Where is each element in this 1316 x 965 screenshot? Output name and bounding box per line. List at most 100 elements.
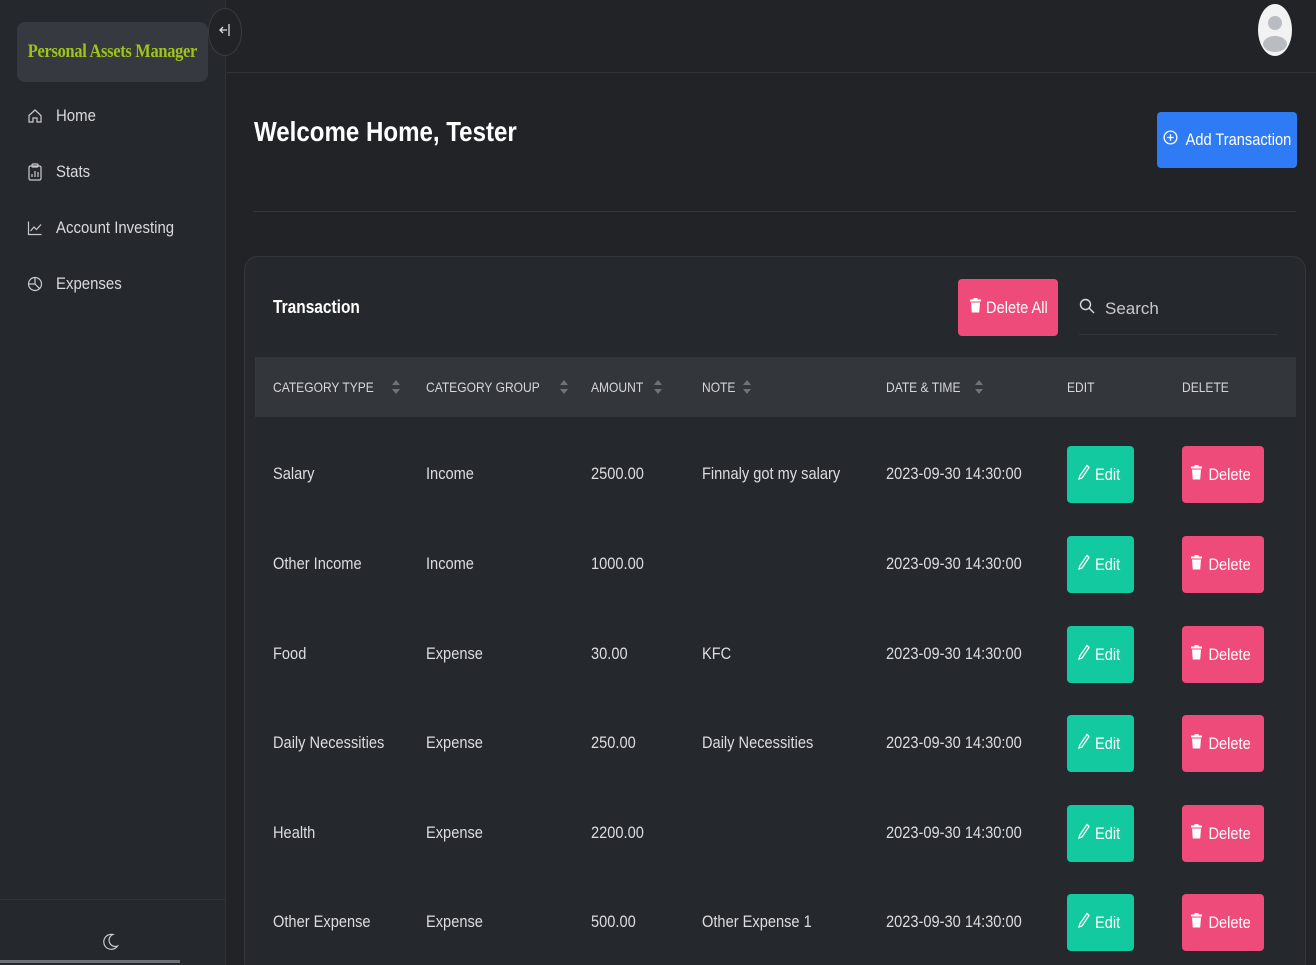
edit-button[interactable]: Edit <box>1067 805 1134 862</box>
sidebar-item-label: Stats <box>56 162 91 181</box>
page-title: Welcome Home, Tester <box>254 116 517 147</box>
pencil-icon <box>1078 823 1091 844</box>
sidebar: Personal Assets Manager Home Stats Accou… <box>0 0 226 965</box>
table-row: Health Expense 2200.00 2023-09-30 14:30:… <box>255 788 1296 878</box>
column-header-edit: EDIT <box>1067 379 1095 395</box>
table-row: Salary Income 2500.00 Finnaly got my sal… <box>255 429 1296 519</box>
home-icon <box>27 107 45 125</box>
collapse-sidebar-button[interactable] <box>208 8 242 56</box>
delete-all-label: Delete All <box>985 297 1048 317</box>
cell-note: Finnaly got my salary <box>702 464 841 483</box>
column-header-date-time[interactable]: DATE & TIME <box>886 357 983 417</box>
table-row: Other Expense Expense 500.00 Other Expen… <box>255 877 1296 965</box>
brand-logo[interactable]: Personal Assets Manager <box>17 22 208 82</box>
add-transaction-label: Add Transaction <box>1185 130 1291 149</box>
cell-date-time: 2023-09-30 14:30:00 <box>886 464 1022 483</box>
trash-icon <box>1191 644 1203 665</box>
top-bar <box>227 0 1316 73</box>
chart-line-icon <box>27 219 45 237</box>
table-header: CATEGORY TYPE CATEGORY GROUP AMOUNT NOTE… <box>255 357 1296 417</box>
edit-button[interactable]: Edit <box>1067 894 1134 951</box>
cell-category-group: Expense <box>426 644 483 663</box>
pencil-icon <box>1078 733 1091 754</box>
edit-button[interactable]: Edit <box>1067 626 1134 683</box>
sort-icon <box>392 380 401 394</box>
search-input[interactable] <box>1105 298 1265 319</box>
pie-chart-icon <box>27 275 45 293</box>
table-row: Daily Necessities Expense 250.00 Daily N… <box>255 698 1296 788</box>
delete-button[interactable]: Delete <box>1182 894 1264 951</box>
divider <box>254 211 1296 212</box>
trash-icon <box>1191 823 1203 844</box>
cell-category-type: Other Expense <box>273 912 371 931</box>
edit-button[interactable]: Edit <box>1067 715 1134 772</box>
cell-date-time: 2023-09-30 14:30:00 <box>886 912 1022 931</box>
brand-title: Personal Assets Manager <box>27 41 198 62</box>
delete-button[interactable]: Delete <box>1182 715 1264 772</box>
cell-note: Daily Necessities <box>702 733 814 752</box>
column-header-amount[interactable]: AMOUNT <box>591 357 662 417</box>
sort-icon <box>974 380 983 394</box>
column-header-category-type[interactable]: CATEGORY TYPE <box>273 357 401 417</box>
trash-icon <box>1191 464 1203 485</box>
cell-amount: 1000.00 <box>591 554 644 573</box>
cell-category-group: Income <box>426 554 474 573</box>
cell-amount: 2500.00 <box>591 464 644 483</box>
moon-icon[interactable] <box>103 933 120 956</box>
column-header-category-group[interactable]: CATEGORY GROUP <box>426 357 569 417</box>
cell-category-type: Health <box>273 823 316 842</box>
cell-category-type: Salary <box>273 464 315 483</box>
sidebar-item-label: Home <box>56 106 96 125</box>
sidebar-item-label: Account Investing <box>56 218 175 237</box>
cell-amount: 250.00 <box>591 733 636 752</box>
user-avatar-icon[interactable] <box>1258 4 1292 56</box>
sidebar-footer <box>0 899 226 965</box>
cell-category-group: Expense <box>426 912 483 931</box>
delete-button[interactable]: Delete <box>1182 805 1264 862</box>
add-transaction-button[interactable]: Add Transaction <box>1157 112 1297 168</box>
sidebar-item-home[interactable]: Home <box>0 88 226 144</box>
cell-category-type: Other Income <box>273 554 362 573</box>
delete-button[interactable]: Delete <box>1182 626 1264 683</box>
column-header-note[interactable]: NOTE <box>702 357 751 417</box>
clipboard-icon <box>27 163 45 181</box>
cell-date-time: 2023-09-30 14:30:00 <box>886 733 1022 752</box>
cell-category-group: Income <box>426 464 474 483</box>
sidebar-nav: Home Stats Account Investing Expenses <box>0 88 226 312</box>
delete-button[interactable]: Delete <box>1182 536 1264 593</box>
edit-button[interactable]: Edit <box>1067 446 1134 503</box>
search-icon <box>1079 298 1095 319</box>
cell-category-group: Expense <box>426 823 483 842</box>
cell-amount: 2200.00 <box>591 823 644 842</box>
pencil-icon <box>1078 464 1091 485</box>
cell-amount: 30.00 <box>591 644 628 663</box>
sidebar-item-stats[interactable]: Stats <box>0 144 226 200</box>
table-row: Food Expense 30.00 KFC 2023-09-30 14:30:… <box>255 609 1296 699</box>
column-header-delete: DELETE <box>1182 379 1229 395</box>
trash-icon <box>1191 733 1203 754</box>
sort-icon <box>742 380 751 394</box>
card-title: Transaction <box>273 297 360 317</box>
collapse-arrow-icon <box>219 23 231 42</box>
cell-category-type: Food <box>273 644 307 663</box>
cell-category-type: Daily Necessities <box>273 733 385 752</box>
pencil-icon <box>1078 912 1091 933</box>
edit-button[interactable]: Edit <box>1067 536 1134 593</box>
pencil-icon <box>1078 554 1091 575</box>
cell-note: KFC <box>702 644 732 663</box>
delete-button[interactable]: Delete <box>1182 446 1264 503</box>
sidebar-scrollbar[interactable] <box>0 960 180 963</box>
sort-icon <box>653 380 662 394</box>
pencil-icon <box>1078 644 1091 665</box>
sidebar-item-account-investing[interactable]: Account Investing <box>0 200 226 256</box>
table-row: Other Income Income 1000.00 2023-09-30 1… <box>255 519 1296 609</box>
trash-icon <box>969 297 981 318</box>
cell-date-time: 2023-09-30 14:30:00 <box>886 644 1022 663</box>
cell-category-group: Expense <box>426 733 483 752</box>
delete-all-button[interactable]: Delete All <box>958 279 1058 336</box>
cell-amount: 500.00 <box>591 912 636 931</box>
cell-date-time: 2023-09-30 14:30:00 <box>886 823 1022 842</box>
sort-icon <box>560 380 569 394</box>
trash-icon <box>1191 554 1203 575</box>
sidebar-item-expenses[interactable]: Expenses <box>0 256 226 312</box>
